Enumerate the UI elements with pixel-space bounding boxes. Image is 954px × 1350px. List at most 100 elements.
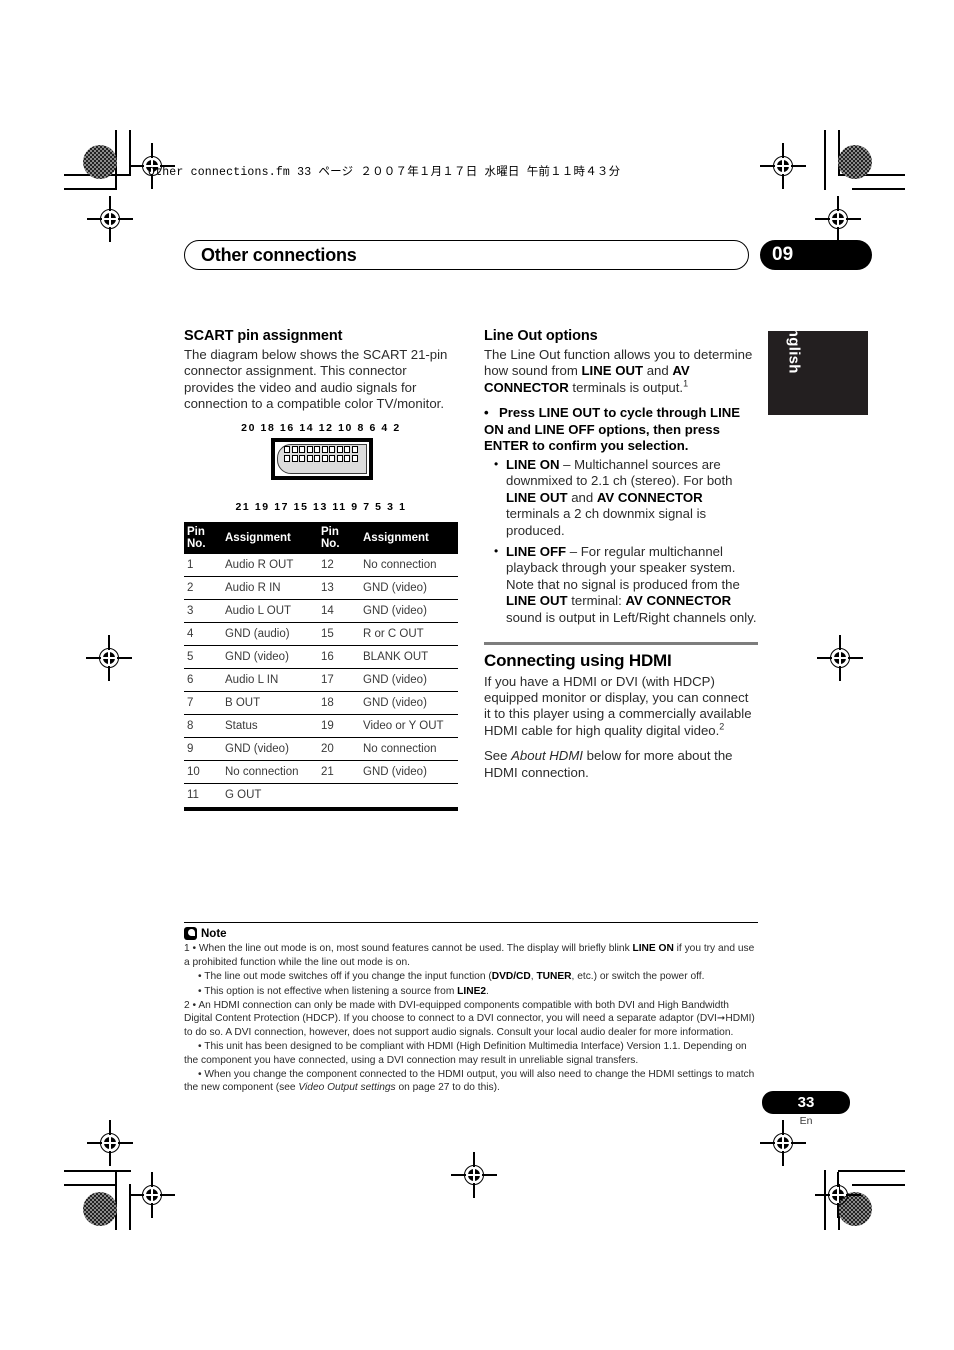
hdmi-cross-reference: About HDMI — [511, 748, 583, 764]
note-item: • This option is not effective when list… — [184, 985, 758, 998]
registration-mark — [87, 1120, 133, 1166]
notes-title: Note — [201, 927, 227, 940]
footnote-ref-1: 1 — [683, 378, 689, 389]
note-item: 1 • When the line out mode is on, most s… — [184, 942, 758, 969]
registration-mark-bottom-middle — [451, 1152, 497, 1198]
table-cell-assignment-1: Status — [222, 714, 318, 738]
table-cell-assignment-2: GND (video) — [360, 599, 458, 623]
table-cell-assignment-2: Video or Y OUT — [360, 714, 458, 738]
line-out-term-line-out: LINE OUT — [581, 363, 644, 379]
notes-header: Note — [184, 927, 758, 941]
scart-top-pin-numbers: 20 18 16 14 12 10 8 6 4 2 — [241, 421, 401, 434]
halftone-patch — [838, 145, 872, 179]
table-cell-pin-no-2 — [318, 783, 360, 806]
language-tab-label: English — [785, 317, 803, 374]
hdmi-paragraph-1: If you have a HDMI or DVI (with HDCP) eq… — [484, 674, 758, 740]
halftone-patch — [83, 145, 117, 179]
table-cell-pin-no-2: 21 — [318, 760, 360, 784]
table-cell-assignment-2 — [360, 783, 458, 806]
column-header-assignment-1: Assignment — [222, 521, 318, 554]
scart-connector-graphic — [271, 437, 373, 480]
registration-mark — [87, 196, 133, 242]
note-item: 2 • An HDMI connection can only be made … — [184, 999, 758, 1039]
table-cell-pin-no-1: 8 — [184, 714, 222, 738]
note-term: LINE ON — [632, 943, 674, 955]
column-header-pin-no-2: Pin No. — [318, 521, 360, 554]
crop-line — [64, 1184, 117, 1186]
option-text-3: terminals a 2 ch downmix signal is produ… — [506, 506, 707, 538]
note-term: DVD/CD — [491, 971, 531, 983]
table-cell-assignment-1: Audio R OUT — [222, 553, 318, 577]
note-text: When the line out mode is on, most sound… — [198, 943, 633, 955]
line-out-intro-part3: terminals is output. — [568, 379, 684, 395]
table-row: 8 Status 19 Video or Y OUT — [184, 714, 458, 738]
line-out-heading: Line Out options — [484, 328, 598, 344]
note-text: . — [486, 985, 489, 997]
table-cell-assignment-2: No connection — [360, 737, 458, 761]
table-cell-pin-no-1: 5 — [184, 645, 222, 669]
table-cell-assignment-1: GND (video) — [222, 737, 318, 761]
table-bottom-rule — [184, 806, 458, 811]
notes-body: 1 • When the line out mode is on, most s… — [184, 942, 758, 1094]
column-header-pin-no-1: Pin No. — [184, 521, 222, 554]
table-cell-pin-no-2: 14 — [318, 599, 360, 623]
column-header-assignment-2: Assignment — [360, 521, 458, 554]
option-term-line-out: LINE OUT — [506, 489, 568, 505]
table-cell-pin-no-2: 13 — [318, 576, 360, 600]
table-cell-pin-no-2: 19 — [318, 714, 360, 738]
table-cell-assignment-1: No connection — [222, 760, 318, 784]
line-out-instruction-text: Press LINE OUT to cycle through LINE ON … — [484, 405, 741, 454]
notes-divider-rule — [184, 922, 758, 924]
line-out-intro: The Line Out function allows you to dete… — [484, 347, 758, 396]
note-text: An HDMI connection can only be made with… — [184, 1000, 755, 1038]
note-marker: 1 • — [184, 943, 199, 955]
hdmi-para-2-pre: See — [484, 748, 512, 764]
crop-line — [852, 188, 905, 190]
line-out-option-line-off: LINE OFF – For regular multichannel play… — [494, 543, 758, 626]
option-text-2: terminal: — [567, 593, 626, 609]
crop-line — [824, 130, 826, 190]
left-column: SCART pin assignment The diagram below s… — [184, 328, 458, 811]
table-cell-pin-no-1: 6 — [184, 668, 222, 692]
table-row: 6 Audio L IN 17 GND (video) — [184, 668, 458, 692]
table-cell-assignment-2: BLANK OUT — [360, 645, 458, 669]
crop-line — [64, 188, 117, 190]
scart-connector-diagram: 20 18 16 14 12 10 8 6 4 2 21 19 17 15 13… — [184, 422, 458, 514]
section-divider-rule — [484, 642, 758, 645]
footnote-ref-2: 2 — [719, 721, 725, 732]
line-out-option-line-on: LINE ON – Multichannel sources are downm… — [494, 456, 758, 539]
notes-section: Note 1 • When the line out mode is on, m… — [184, 922, 758, 1096]
table-cell-pin-no-1: 2 — [184, 576, 222, 600]
table-cell-pin-no-1: 10 — [184, 760, 222, 784]
registration-mark — [815, 1172, 861, 1218]
table-cell-pin-no-2: 17 — [318, 668, 360, 692]
table-cell-pin-no-1: 3 — [184, 599, 222, 623]
table-cell-pin-no-1: 9 — [184, 737, 222, 761]
note-term: TUNER — [536, 971, 572, 983]
table-cell-pin-no-1: 4 — [184, 622, 222, 646]
language-tab: English — [768, 318, 868, 415]
table-cell-pin-no-2: 20 — [318, 737, 360, 761]
table-row: 2 Audio R IN 13 GND (video) — [184, 576, 458, 600]
option-label-line-off: LINE OFF — [506, 544, 567, 560]
page-language-code: En — [799, 1115, 813, 1127]
table-cell-assignment-1: GND (video) — [222, 645, 318, 669]
table-cell-assignment-2: GND (video) — [360, 691, 458, 715]
option-term-av-connector: AV CONNECTOR — [625, 593, 732, 609]
table-cell-pin-no-2: 15 — [318, 622, 360, 646]
table-row: 3 Audio L OUT 14 GND (video) — [184, 599, 458, 623]
table-cell-assignment-2: R or C OUT — [360, 622, 458, 646]
right-column: Line Out options The Line Out function a… — [484, 328, 758, 790]
crop-line — [64, 1170, 131, 1172]
note-marker: 2 • — [184, 1000, 199, 1012]
table-row: 1 Audio R OUT 12 No connection — [184, 553, 458, 577]
line-out-instruction: • Press LINE OUT to cycle through LINE ON… — [484, 405, 758, 626]
table-cell-pin-no-1: 11 — [187, 788, 199, 801]
option-text-3: sound is output in Left/Right channels o… — [506, 609, 757, 625]
crop-line — [115, 1170, 117, 1230]
note-text: on page 27 to do this). — [395, 1082, 500, 1094]
note-item: • The line out mode switches off if you … — [184, 970, 758, 983]
scart-bottom-pin-numbers: 21 19 17 15 13 11 9 7 5 3 1 — [235, 500, 407, 513]
table-cell-pin-no-1: 1 — [184, 553, 222, 577]
note-reference: Video Output settings — [298, 1082, 396, 1094]
